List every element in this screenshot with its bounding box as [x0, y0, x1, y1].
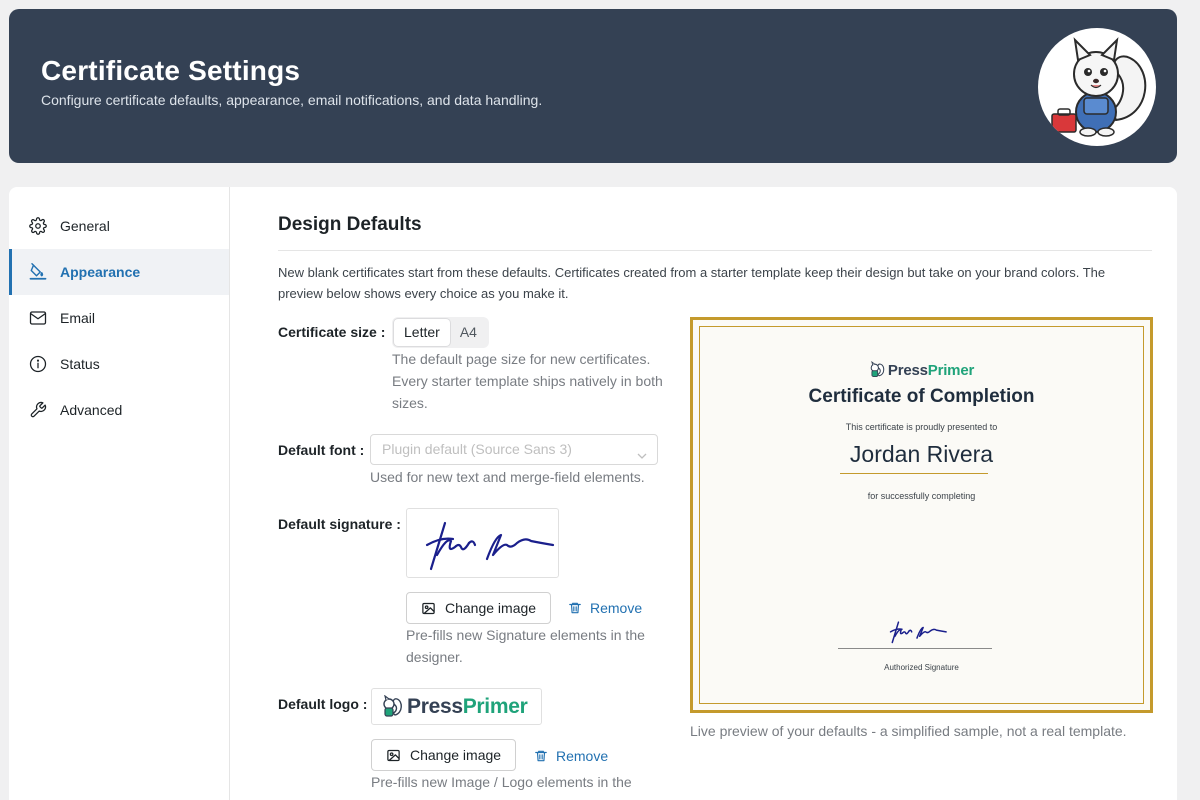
squirrel-logo-icon	[870, 361, 885, 377]
envelope-icon	[28, 308, 48, 328]
certificate-preview: PressPrimer Certificate of Completion Th…	[690, 317, 1153, 713]
preview-signature-caption: Authorized Signature	[884, 663, 959, 672]
default-font-help: Used for new text and merge-field elemen…	[370, 469, 645, 485]
logo-remove-button[interactable]: Remove	[534, 748, 608, 764]
preview-signature-image	[874, 616, 956, 651]
squirrel-logo-icon	[383, 694, 402, 717]
default-font-select[interactable]: Plugin default (Source Sans 3)	[370, 434, 658, 465]
sidebar-item-label: Advanced	[60, 402, 123, 418]
preview-caption: Live preview of your defaults - a simpli…	[690, 723, 1127, 739]
divider	[278, 250, 1152, 251]
certificate-size-toggle: Letter A4	[392, 317, 489, 348]
page-subtitle: Configure certificate defaults, appearan…	[41, 92, 543, 108]
preview-presented-text: This certificate is proudly presented to	[845, 422, 998, 432]
sidebar-item-advanced[interactable]: Advanced	[9, 387, 229, 433]
size-option-letter[interactable]: Letter	[394, 319, 450, 346]
wrench-icon	[28, 400, 48, 420]
preview-logo: PressPrimer	[693, 361, 1150, 379]
section-title: Design Defaults	[278, 214, 422, 235]
logo-wordmark: PressPrimer	[407, 694, 528, 718]
logo-help: Pre-fills new Image / Logo elements in t…	[371, 774, 632, 790]
default-logo-label: Default logo :	[278, 696, 368, 712]
preview-name-underline	[840, 473, 988, 474]
signature-remove-button[interactable]: Remove	[568, 600, 642, 616]
sidebar-item-label: Email	[60, 310, 96, 326]
settings-panel: General Appearance Email Status Advanced…	[9, 187, 1177, 800]
info-icon	[28, 354, 48, 374]
sidebar-item-general[interactable]: General	[9, 203, 229, 249]
preview-title: Certificate of Completion	[808, 386, 1035, 407]
button-label: Change image	[445, 600, 537, 616]
trash-icon	[534, 749, 548, 763]
preview-signature-line	[838, 648, 992, 649]
mascot-avatar	[1038, 28, 1156, 146]
signature-image	[406, 508, 559, 578]
sidebar-item-appearance[interactable]: Appearance	[9, 249, 229, 295]
section-description: New blank certificates start from these …	[278, 265, 1106, 301]
sidebar-item-status[interactable]: Status	[9, 341, 229, 387]
sidebar-item-label: General	[60, 218, 110, 234]
sidebar-item-label: Appearance	[60, 264, 141, 280]
signature-change-image-button[interactable]: Change image	[406, 592, 552, 624]
button-label: Change image	[410, 747, 502, 763]
certificate-size-help: The default page size for new certificat…	[392, 351, 663, 411]
default-font-label: Default font :	[278, 442, 365, 458]
certificate-size-label: Certificate size :	[278, 324, 386, 340]
preview-completing-text: for successfully completing	[867, 491, 976, 501]
default-signature-label: Default signature :	[278, 516, 401, 532]
default-font-placeholder: Plugin default (Source Sans 3)	[382, 441, 572, 457]
trash-icon	[568, 601, 582, 615]
image-icon	[421, 601, 436, 616]
signature-help: Pre-fills new Signature elements in the …	[406, 627, 645, 665]
paint-bucket-icon	[28, 262, 48, 282]
button-label: Remove	[590, 600, 643, 616]
page-header: Certificate Settings Configure certifica…	[9, 9, 1177, 163]
sidebar-item-label: Status	[60, 356, 100, 372]
gear-icon	[28, 216, 48, 236]
preview-recipient-name: Jordan Rivera	[849, 441, 994, 467]
size-option-a4[interactable]: A4	[450, 319, 487, 346]
page-title: Certificate Settings	[41, 55, 301, 86]
preview-logo-wordmark: PressPrimer	[887, 361, 975, 379]
button-label: Remove	[556, 748, 609, 764]
sidebar-item-email[interactable]: Email	[9, 295, 229, 341]
image-icon	[386, 748, 401, 763]
settings-sidebar: General Appearance Email Status Advanced	[9, 187, 230, 800]
logo-image: PressPrimer	[371, 688, 542, 725]
logo-change-image-button[interactable]: Change image	[371, 739, 517, 771]
